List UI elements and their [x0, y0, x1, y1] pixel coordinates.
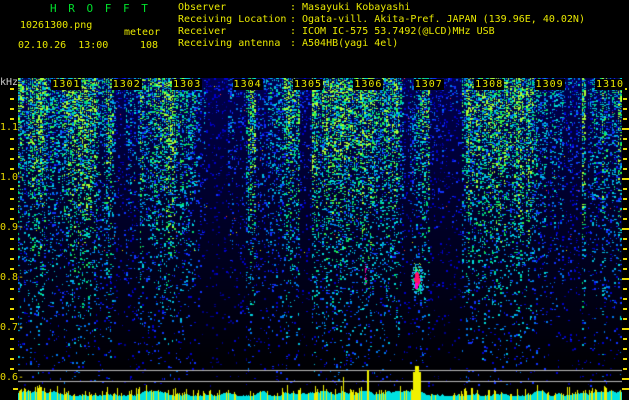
app-title: H R O F F T: [50, 2, 151, 15]
y-major-tick-right: [622, 328, 629, 330]
x-time-label: 1304: [232, 79, 263, 90]
y-minor-tick: [10, 238, 14, 240]
meter-tick-left: [13, 388, 18, 390]
y-minor-tick-right: [623, 108, 627, 110]
y-minor-tick: [10, 298, 14, 300]
y-minor-tick-right: [623, 148, 627, 150]
y-minor-tick: [10, 318, 14, 320]
x-time-label: 1309: [534, 79, 565, 90]
y-tick-label: 1.1-: [0, 122, 25, 133]
y-major-tick-right: [622, 228, 629, 230]
y-minor-tick: [10, 118, 14, 120]
y-minor-tick-right: [623, 188, 627, 190]
y-minor-tick-right: [623, 158, 627, 160]
info-row: Receiving Location: Ogata-vill. Akita-Pre…: [178, 14, 585, 26]
y-minor-tick: [10, 188, 14, 190]
y-minor-tick: [10, 218, 14, 220]
info-separator: :: [290, 14, 297, 25]
x-time-label: 1310: [594, 79, 626, 90]
info-label: Receiving antenna: [178, 38, 281, 49]
y-minor-tick: [10, 308, 14, 310]
info-row: Receiver: ICOM IC-575 53.7492(@LCD)MHz US…: [178, 26, 585, 38]
y-axis-unit: kHz: [0, 77, 19, 88]
y-minor-tick: [10, 158, 14, 160]
output-filename: 10261300.png: [20, 20, 93, 31]
info-row: Receiving antenna: A504HB(yagi 4el): [178, 38, 585, 50]
y-minor-tick-right: [623, 118, 627, 120]
y-minor-tick: [10, 338, 14, 340]
y-tick-label: 0.8-: [0, 272, 25, 283]
y-minor-tick: [10, 248, 14, 250]
info-value: Ogata-vill. Akita-Pref. JAPAN (139.96E, …: [302, 14, 585, 25]
y-minor-tick-right: [623, 218, 627, 220]
y-minor-tick-right: [623, 288, 627, 290]
spectrogram-canvas: [18, 78, 622, 400]
x-time-label: 1306: [353, 79, 384, 90]
x-time-label: 1302: [111, 79, 142, 90]
info-separator: :: [290, 38, 297, 49]
x-time-label: 1303: [172, 79, 203, 90]
y-minor-tick-right: [623, 318, 627, 320]
y-minor-tick-right: [623, 238, 627, 240]
y-minor-tick-right: [623, 298, 627, 300]
echo-count: 108: [140, 40, 159, 51]
y-minor-tick: [10, 358, 14, 360]
y-tick-label: 0.7-: [0, 322, 25, 333]
station-info: Observer: Masayuki Kobayashi Receiving Loc…: [178, 2, 585, 50]
x-time-label: 1305: [292, 79, 324, 90]
x-time-label: 1308: [474, 79, 505, 90]
y-minor-tick: [10, 168, 14, 170]
info-row: Observer: Masayuki Kobayashi: [178, 2, 585, 14]
y-minor-tick: [10, 288, 14, 290]
y-minor-tick: [10, 348, 14, 350]
y-minor-tick-right: [623, 308, 627, 310]
y-tick-label: 0.9-: [0, 222, 25, 233]
y-minor-tick: [10, 108, 14, 110]
y-major-tick-right: [622, 128, 629, 130]
y-minor-tick-right: [623, 198, 627, 200]
y-minor-tick: [10, 98, 14, 100]
info-label: Receiver: [178, 26, 227, 37]
y-major-tick-right: [622, 278, 629, 280]
y-minor-tick-right: [623, 358, 627, 360]
y-minor-tick-right: [623, 338, 627, 340]
meter-tick-right: [622, 388, 629, 390]
info-value: ICOM IC-575 53.7492(@LCD)MHz USB: [302, 26, 495, 37]
y-minor-tick: [10, 148, 14, 150]
y-major-tick-right: [622, 178, 629, 180]
y-minor-tick-right: [623, 138, 627, 140]
x-time-label: 1307: [413, 79, 444, 90]
info-label: Observer: [178, 2, 227, 13]
y-minor-tick: [10, 208, 14, 210]
y-minor-tick-right: [623, 268, 627, 270]
y-minor-tick: [10, 138, 14, 140]
y-tick-label: 1.0-: [0, 172, 25, 183]
hrofft-output: H R O F F T 10261300.png meteor 02.10.26…: [0, 0, 629, 400]
y-minor-tick-right: [623, 368, 627, 370]
y-minor-tick: [10, 88, 14, 90]
y-minor-tick: [10, 268, 14, 270]
y-minor-tick-right: [623, 248, 627, 250]
y-minor-tick-right: [623, 348, 627, 350]
y-minor-tick: [10, 368, 14, 370]
y-minor-tick: [10, 258, 14, 260]
info-value: Masayuki Kobayashi: [302, 2, 411, 13]
y-major-tick-right: [622, 378, 629, 380]
info-label: Receiving Location: [178, 14, 287, 25]
y-tick-label: 0.6-: [0, 372, 25, 383]
info-value: A504HB(yagi 4el): [302, 38, 399, 49]
y-minor-tick-right: [623, 258, 627, 260]
y-minor-tick: [10, 198, 14, 200]
info-separator: :: [290, 26, 297, 37]
y-minor-tick-right: [623, 98, 627, 100]
date-time: 02.10.26 13:00: [18, 40, 109, 51]
y-minor-tick-right: [623, 168, 627, 170]
y-minor-tick-right: [623, 208, 627, 210]
info-separator: :: [290, 2, 297, 13]
mode-label: meteor: [124, 27, 161, 38]
x-time-label: 1301: [51, 79, 82, 90]
